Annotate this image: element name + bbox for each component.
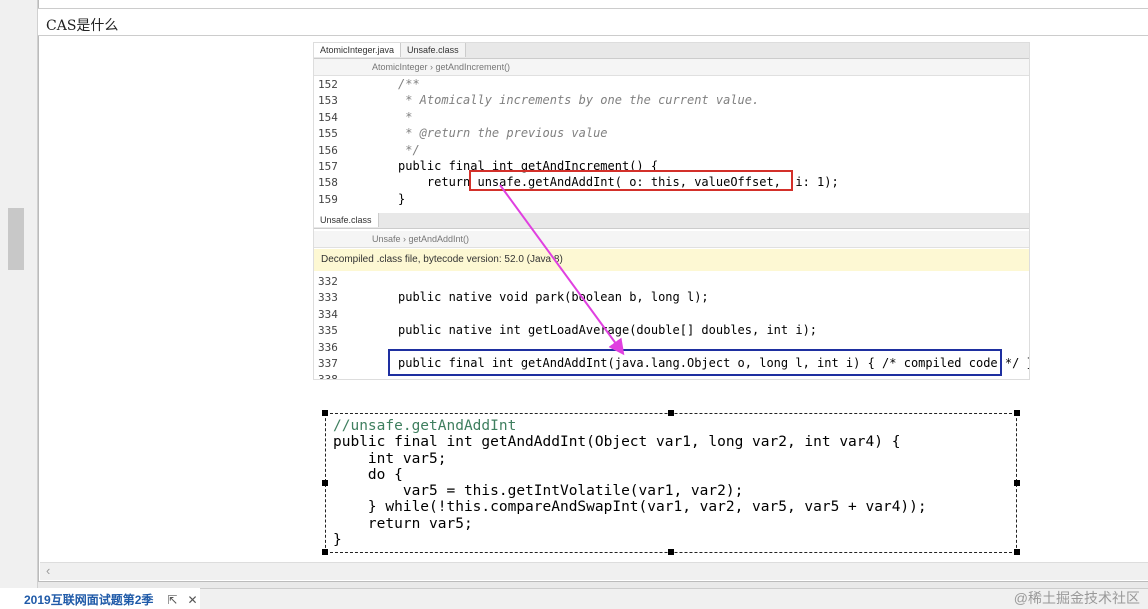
line-number: 156	[318, 143, 338, 157]
snippet-line: }	[333, 532, 342, 549]
document-tab-label: 2019互联网面试题第2季	[24, 593, 154, 607]
code-snippet[interactable]: //unsafe.getAndAddInt public final int ge…	[325, 413, 1017, 553]
snippet-line: return var5;	[333, 515, 473, 532]
highlight-box-blue	[388, 349, 1002, 376]
breadcrumb: AtomicInteger › getAndIncrement()	[314, 59, 1029, 76]
breadcrumb-2: Unsafe › getAndAddInt()	[314, 231, 1029, 248]
line-number: 332	[318, 275, 338, 288]
tab-atomicinteger[interactable]: AtomicInteger.java	[314, 43, 402, 57]
highlight-box-red	[469, 170, 793, 191]
line-number: 335	[318, 324, 338, 338]
line-number: 153	[318, 94, 338, 108]
line-number: 336	[318, 340, 338, 354]
document-tab[interactable]: 2019互联网面试题第2季 ⇱ ✕	[0, 588, 200, 609]
snippet-line: int var5;	[333, 450, 447, 467]
line-number: 337	[318, 357, 338, 370]
left-scrollbar-thumb[interactable]	[8, 208, 24, 270]
code-line: * Atomically increments by one the curre…	[398, 93, 760, 108]
scroll-left-icon[interactable]: ‹	[46, 563, 50, 578]
snippet-line: } while(!this.compareAndSwapInt(var1, va…	[333, 499, 927, 516]
line-number: 157	[318, 160, 338, 173]
tab-unsafe[interactable]: Unsafe.class	[401, 43, 466, 57]
resize-handle[interactable]	[322, 410, 328, 416]
line-number: 154	[318, 110, 338, 124]
decompiled-banner: Decompiled .class file, bytecode version…	[314, 249, 1029, 271]
code-line: */	[398, 142, 420, 157]
code-line: public native void park(boolean b, long …	[398, 290, 709, 305]
line-number: 152	[318, 78, 338, 91]
resize-handle[interactable]	[1014, 410, 1020, 416]
line-number: 158	[318, 176, 338, 190]
snippet-line: var5 = this.getIntVolatile(var1, var2);	[333, 483, 744, 500]
line-number: 333	[318, 291, 338, 305]
code-line: }	[398, 191, 406, 206]
code-line: *	[398, 109, 413, 124]
line-number: 338	[318, 373, 338, 380]
code-line: * @return the previous value	[398, 126, 608, 141]
ide-tabbar-2: Unsafe.class	[314, 213, 1029, 229]
left-panel	[0, 0, 38, 588]
code-line: public native int getLoadAverage(double[…	[398, 323, 818, 338]
close-icon[interactable]: ✕	[187, 593, 197, 607]
code-line: /**	[398, 77, 420, 91]
resize-handle[interactable]	[668, 549, 674, 555]
resize-handle[interactable]	[322, 480, 328, 486]
tab-unsafe-2[interactable]: Unsafe.class	[314, 213, 379, 227]
resize-handle[interactable]	[322, 549, 328, 555]
line-number: 334	[318, 307, 338, 321]
ide-screenshot: AtomicInteger.java Unsafe.class AtomicInt…	[313, 42, 1030, 380]
resize-handle[interactable]	[1014, 549, 1020, 555]
horizontal-scrollbar[interactable]: ‹	[40, 562, 1148, 580]
snippet-line: do {	[333, 466, 403, 483]
ide-tabbar: AtomicInteger.java Unsafe.class	[314, 43, 1029, 59]
page-title: CAS是什么	[38, 8, 1148, 36]
line-number: 155	[318, 127, 338, 141]
resize-handle[interactable]	[668, 410, 674, 416]
resize-handle[interactable]	[1014, 480, 1020, 486]
line-number: 159	[318, 192, 338, 206]
restore-icon[interactable]: ⇱	[167, 593, 177, 607]
snippet-line: //unsafe.getAndAddInt	[333, 418, 517, 434]
snippet-line: public final int getAndAddInt(Object var…	[333, 434, 901, 451]
watermark: @稀土掘金技术社区	[1013, 590, 1140, 606]
